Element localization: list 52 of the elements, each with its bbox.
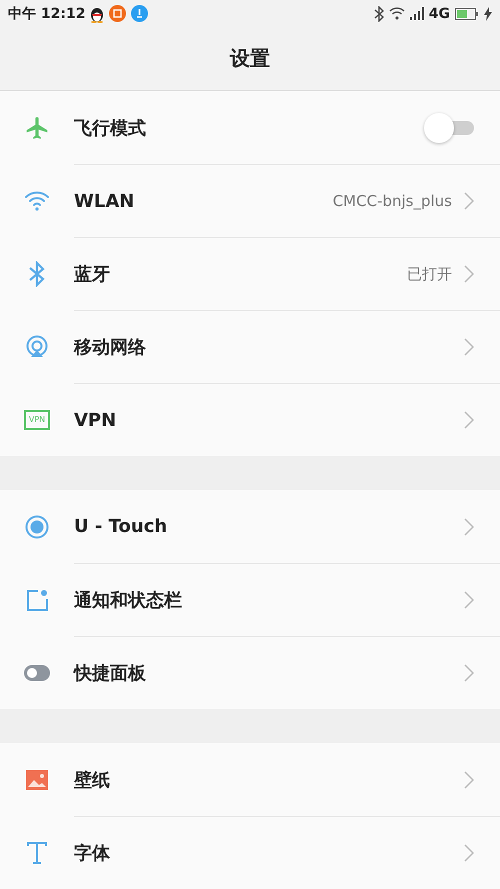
charging-icon <box>484 6 492 21</box>
chevron-icon <box>464 844 474 862</box>
row-label: 蓝牙 <box>74 263 111 286</box>
bluetooth-icon <box>28 260 46 286</box>
chevron-icon <box>464 770 474 788</box>
chevron-icon <box>464 664 474 682</box>
row-label: VPN <box>74 410 118 430</box>
settings-row[interactable]: 飞行模式 <box>0 91 500 164</box>
settings-row[interactable]: VPN VPN <box>0 383 500 456</box>
status-time: 中午 12:12 <box>8 4 86 23</box>
cellular-icon <box>25 334 49 358</box>
row-label: 壁纸 <box>74 768 111 792</box>
font-icon <box>26 840 48 864</box>
row-label: 飞行模式 <box>74 116 147 140</box>
battery-icon <box>455 8 479 20</box>
settings-row[interactable]: 通知和状态栏 <box>0 563 500 636</box>
settings-row[interactable]: U - Touch <box>0 490 500 563</box>
row-value: 已打开 <box>407 264 452 284</box>
signal-icon <box>410 7 424 20</box>
chevron-icon <box>464 411 474 429</box>
page-title: 设置 <box>230 45 270 72</box>
app-icon <box>131 5 148 22</box>
app-icon <box>109 5 126 22</box>
row-value: CMCC-bnjs_plus <box>332 192 452 210</box>
settings-row[interactable]: 蓝牙 已打开 <box>0 237 500 310</box>
airplane-icon <box>24 114 50 140</box>
chevron-icon <box>464 591 474 609</box>
chevron-icon <box>464 265 474 283</box>
settings-row[interactable]: 快捷面板 <box>0 636 500 709</box>
radio-icon <box>25 514 49 538</box>
wifi-icon <box>388 7 405 20</box>
vpn-icon: VPN <box>24 410 50 430</box>
toggle-icon <box>24 664 50 680</box>
wifi-icon <box>24 190 50 210</box>
settings-row[interactable]: 字体 <box>0 816 500 889</box>
settings-row[interactable]: 移动网络 <box>0 310 500 383</box>
chevron-icon <box>464 338 474 356</box>
row-label: 字体 <box>74 842 111 865</box>
image-icon <box>26 770 48 790</box>
chevron-icon <box>464 518 474 536</box>
row-label: 快捷面板 <box>74 662 147 685</box>
toggle-switch[interactable] <box>424 114 474 142</box>
row-label: 通知和状态栏 <box>74 589 183 612</box>
row-label: U - Touch <box>74 516 168 537</box>
bluetooth-icon <box>374 6 384 22</box>
chevron-icon <box>464 192 474 210</box>
row-label: WLAN <box>74 190 136 212</box>
network-type: 4G <box>428 6 450 22</box>
notification-icon <box>26 588 48 610</box>
settings-row[interactable]: 壁纸 <box>0 743 500 816</box>
settings-row[interactable]: WLAN CMCC-bnjs_plus <box>0 164 500 237</box>
row-label: 移动网络 <box>74 336 147 359</box>
